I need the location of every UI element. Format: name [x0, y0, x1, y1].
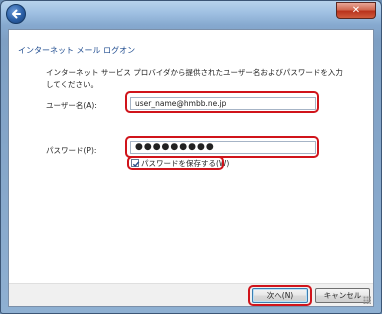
cancel-button[interactable]: キャンセル: [315, 288, 370, 303]
next-button-highlight: [248, 285, 312, 306]
password-label: パスワード(P):: [46, 146, 97, 155]
button-bar: 次へ(N) キャンセル: [9, 283, 373, 306]
username-label: ユーザー名(A):: [46, 101, 97, 110]
page-title: インターネット メール ログオン: [18, 46, 136, 55]
remember-password-highlight: [127, 156, 224, 170]
resize-grip[interactable]: [363, 296, 371, 304]
password-highlight: [125, 136, 319, 158]
instructions-text: インターネット サービス プロバイダから提供されたユーザー名およびパスワードを入…: [46, 68, 343, 89]
title-bar: ✕: [1, 1, 381, 29]
close-button[interactable]: ✕: [336, 2, 376, 19]
close-icon: ✕: [351, 5, 361, 16]
dialog-window: ✕ インターネット メール ログオン インターネット サービス プロバイダから提…: [0, 0, 382, 314]
wizard-content: インターネット メール ログオン インターネット サービス プロバイダから提供さ…: [8, 29, 374, 307]
back-button[interactable]: [6, 4, 26, 24]
username-highlight: [125, 91, 319, 113]
